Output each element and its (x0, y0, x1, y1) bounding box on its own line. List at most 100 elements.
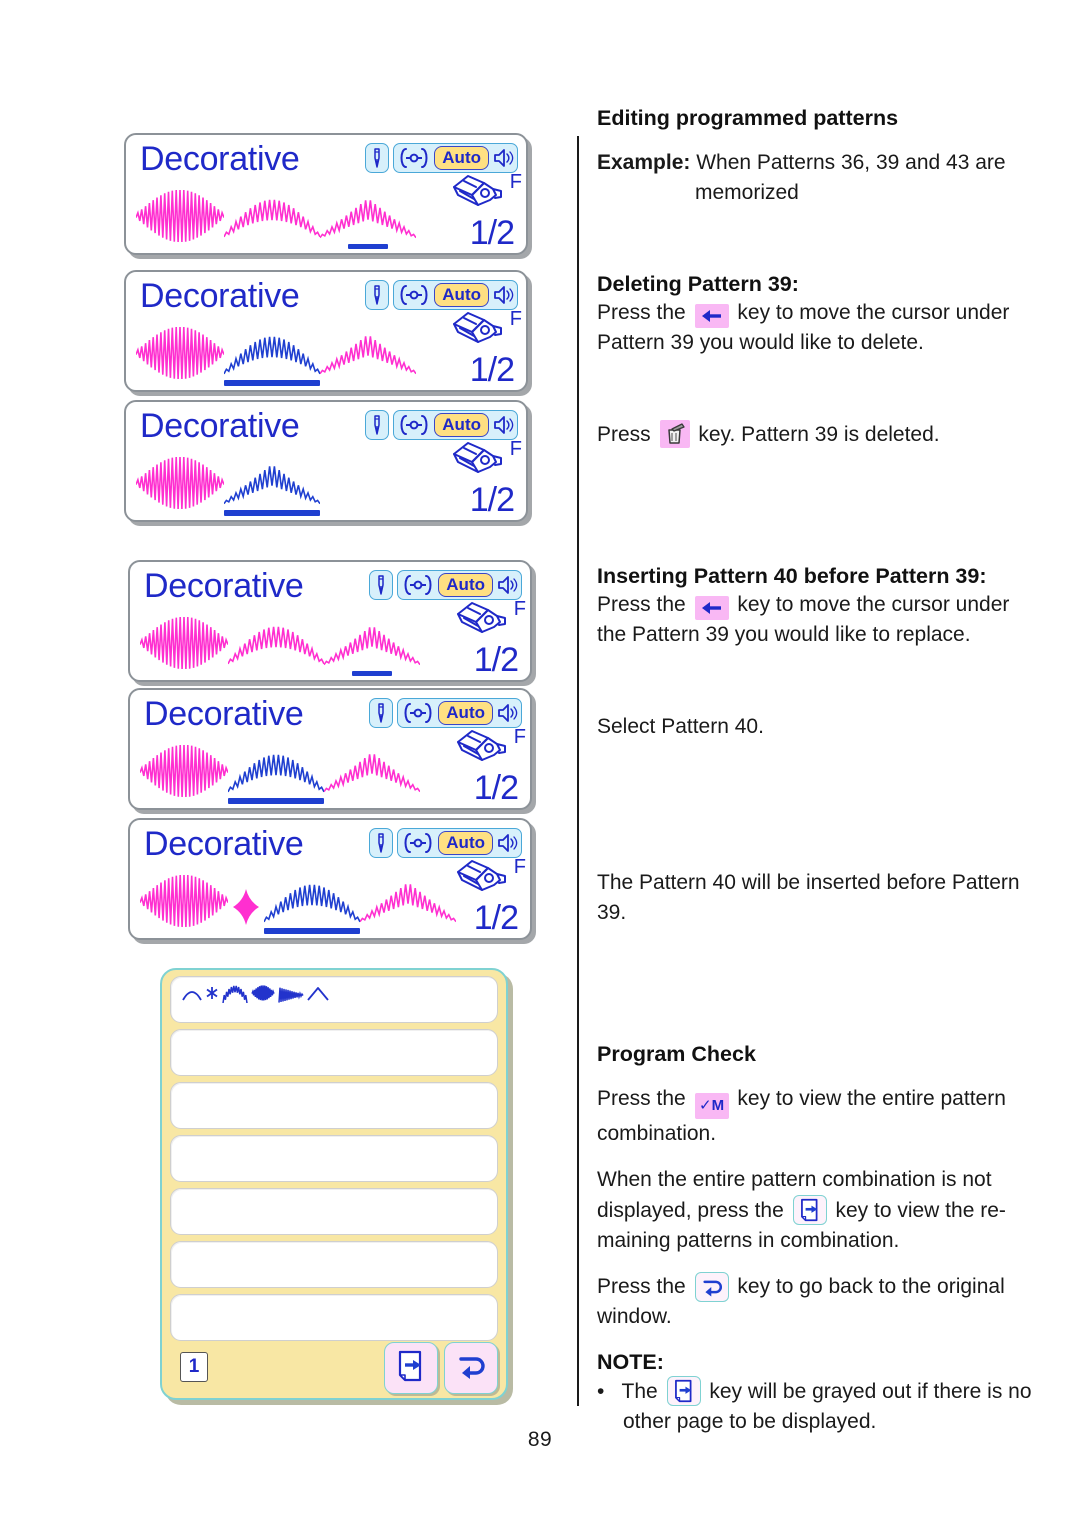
lcd-title: Decorative (144, 695, 304, 733)
presser-foot-indicator (448, 173, 506, 215)
stitch-pattern[interactable] (224, 327, 320, 386)
stitch-pattern[interactable] (264, 875, 360, 934)
stitch-pattern[interactable] (224, 190, 320, 249)
thread-tension-icon[interactable] (401, 832, 435, 854)
stitch-glyph[interactable] (306, 983, 330, 1008)
dialog-pattern-row[interactable] (170, 1294, 498, 1341)
presser-foot-letter: F (509, 171, 522, 193)
stitch-pattern[interactable] (136, 327, 224, 386)
thread-tension-icon[interactable] (397, 284, 431, 306)
speaker-icon[interactable] (496, 574, 518, 596)
speaker-icon[interactable] (496, 702, 518, 724)
heading-editing-programmed-patterns: Editing programmed patterns (597, 106, 899, 130)
needle-icon[interactable] (369, 698, 394, 728)
auto-badge[interactable]: Auto (438, 831, 493, 855)
pattern-cursor (352, 671, 392, 676)
stitch-pattern[interactable] (360, 875, 456, 934)
stitch-pattern[interactable] (136, 457, 224, 516)
delete-line3-prefix: Press (597, 423, 651, 446)
dialog-pattern-row[interactable] (170, 1241, 498, 1288)
note-prefix: The (621, 1379, 658, 1403)
program-check-line1c: combination. (597, 1121, 717, 1145)
stitch-glyph[interactable] (181, 983, 203, 1008)
delete-line1-prefix: Press the (597, 301, 686, 324)
return-key-icon[interactable] (694, 1271, 729, 1302)
needle-icon[interactable] (365, 410, 390, 440)
right-text-column: Editing programmed patterns Example: Whe… (597, 0, 1052, 1437)
auto-badge[interactable]: Auto (434, 413, 489, 437)
needle-icon[interactable] (369, 570, 394, 600)
pattern-cursor (224, 510, 320, 516)
program-check-dialog: 1 (160, 968, 508, 1400)
dialog-pattern-row[interactable] (170, 1082, 498, 1129)
stitch-pattern[interactable] (136, 190, 224, 249)
heading-deleting-pattern: Deleting Pattern 39: (597, 272, 799, 296)
pc-line2-prefix: displayed, press the (597, 1198, 784, 1222)
auto-badge[interactable]: Auto (438, 701, 493, 725)
stitch-pattern[interactable] (140, 875, 228, 934)
presser-foot-icon (452, 858, 510, 900)
dialog-pattern-row[interactable] (170, 976, 498, 1023)
dialog-pattern-row[interactable] (170, 1135, 498, 1182)
speaker-icon[interactable] (492, 147, 514, 169)
needle-icon[interactable] (365, 143, 390, 173)
delete-line3-suffix: key. Pattern 39 is deleted. (698, 423, 940, 446)
page-forward-icon (396, 1350, 426, 1387)
thread-tension-icon[interactable] (401, 702, 435, 724)
delete-instruction-line1: Press the key to move the cursor under (597, 298, 1052, 328)
insert-result-line2: 39. (597, 901, 627, 924)
left-arrow-key-icon[interactable] (694, 304, 729, 328)
needle-icon[interactable] (365, 280, 390, 310)
dialog-back-button[interactable] (444, 1342, 498, 1394)
presser-foot-icon (448, 310, 506, 352)
dialog-next-page-button[interactable] (384, 1342, 438, 1394)
presser-foot-indicator (452, 858, 510, 900)
stitch-pattern[interactable] (140, 617, 228, 676)
page-forward-key-icon[interactable] (666, 1375, 701, 1406)
needle-icon[interactable] (369, 828, 394, 858)
stitch-glyph[interactable] (277, 983, 305, 1008)
stitch-glyph[interactable] (204, 983, 220, 1008)
stitch-pattern[interactable] (140, 745, 228, 804)
auto-badge[interactable]: Auto (434, 146, 489, 170)
auto-badge[interactable]: Auto (438, 573, 493, 597)
presser-foot-icon (452, 728, 510, 770)
pc-line3-prefix: Press the (597, 1274, 686, 1298)
pc-line3-suffix: key to go back to the original (737, 1274, 1005, 1298)
dialog-pattern-row[interactable] (170, 1188, 498, 1235)
thread-tension-icon[interactable] (397, 147, 431, 169)
dialog-pattern-row[interactable] (170, 1029, 498, 1076)
pc-line1-prefix: Press the (597, 1087, 686, 1110)
lcd-status-icons: Auto (369, 570, 522, 600)
stitch-pattern[interactable] (324, 745, 420, 804)
stitch-glyph[interactable] (250, 983, 276, 1008)
thread-tension-icon[interactable] (397, 414, 431, 436)
stitch-pattern[interactable] (224, 457, 320, 516)
note-suffix: key will be grayed out if there is no (709, 1379, 1032, 1403)
stitch-pattern[interactable] (228, 745, 324, 804)
stitch-pattern[interactable] (228, 875, 264, 934)
left-arrow-key-icon[interactable] (694, 596, 729, 620)
stitch-pattern[interactable] (324, 618, 420, 676)
stitch-pattern[interactable] (320, 327, 416, 386)
lcd-status-icons: Auto (369, 698, 522, 728)
speaker-icon[interactable] (492, 414, 514, 436)
example-paragraph-line2: memorized (695, 181, 799, 204)
lcd-panel-2: Decorative Auto F 1/2 (124, 270, 528, 392)
auto-badge[interactable]: Auto (434, 283, 489, 307)
trash-key-icon[interactable] (659, 420, 690, 448)
speaker-icon[interactable] (492, 284, 514, 306)
stitch-pattern[interactable] (228, 617, 324, 676)
page-forward-key-icon[interactable] (792, 1194, 827, 1225)
lcd-panel-3: Decorative Auto F 1/2 (124, 400, 528, 522)
note-label: NOTE: (597, 1349, 664, 1374)
stitch-glyph[interactable] (221, 983, 249, 1008)
tension-auto-group: Auto (393, 143, 518, 173)
check-memory-key-icon[interactable]: ✓M (694, 1092, 729, 1119)
insert-instruction-line2: the Pattern 39 you would like to replace… (597, 623, 971, 646)
lcd-title: Decorative (140, 277, 300, 315)
speaker-icon[interactable] (496, 832, 518, 854)
thread-tension-icon[interactable] (401, 574, 435, 596)
lcd-title: Decorative (144, 567, 304, 605)
stitch-pattern[interactable] (320, 191, 416, 249)
